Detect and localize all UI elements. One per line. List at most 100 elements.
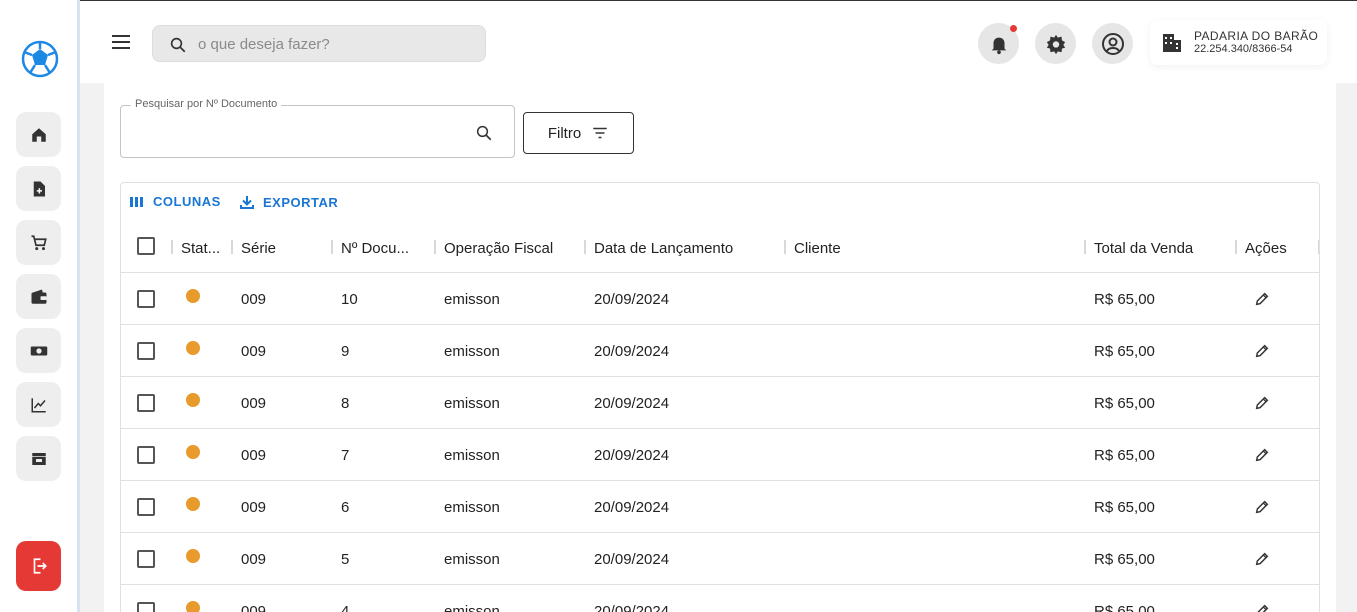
cell-document-number: 8 [341,394,350,412]
header-status[interactable]: Stat... [181,223,220,273]
cash-icon [30,346,47,355]
row-checkbox[interactable] [137,342,155,360]
table-header: Stat... Série Nº Docu... Operação Fiscal… [121,223,1319,273]
cart-icon [31,234,47,250]
sidebar-item-store[interactable] [16,436,61,481]
row-checkbox[interactable] [137,290,155,308]
table-row[interactable]: 009 10 emisson 20/09/2024 R$ 65,00 [121,273,1319,325]
status-indicator [186,549,200,563]
columns-icon [130,196,143,207]
filter-label: Filtro [547,124,582,142]
sidebar-item-home[interactable] [16,112,61,157]
user-circle-icon [1101,32,1124,55]
sidebar-item-new-document[interactable] [16,166,61,211]
cell-sale-total: R$ 65,00 [1094,290,1155,308]
row-checkbox[interactable] [137,498,155,516]
header-actions: Ações [1245,239,1287,257]
cell-document-number: 5 [341,550,350,568]
logout-button[interactable] [16,541,61,591]
edit-icon[interactable] [1254,395,1270,411]
row-checkbox[interactable] [137,550,155,568]
header-serie[interactable]: Série [241,223,276,273]
wallet-icon [31,289,46,304]
cell-fiscal-operation: emisson [444,342,500,360]
columns-label: COLUNAS [153,194,221,209]
cell-document-number: 4 [341,602,350,612]
header-sale-total[interactable]: Total da Venda [1094,223,1193,273]
cell-serie: 009 [241,550,267,568]
cell-sale-total: R$ 65,00 [1094,550,1155,568]
filter-button[interactable]: Filtro [523,112,634,154]
export-button[interactable]: EXPORTAR [239,194,338,210]
cell-serie: 009 [241,602,267,612]
notifications-button[interactable] [978,23,1019,64]
table-row[interactable]: 009 4 emisson 20/09/2024 R$ 65,00 [121,585,1319,612]
column-separator [1235,240,1237,254]
cell-sale-total: R$ 65,00 [1094,446,1155,464]
header-fiscal-operation[interactable]: Operação Fiscal [444,223,553,273]
cell-launch-date: 20/09/2024 [594,550,670,568]
search-icon[interactable] [475,124,493,142]
cell-fiscal-operation: emisson [444,394,500,412]
filter-icon [593,127,607,139]
sidebar-item-cash[interactable] [16,328,61,373]
table-row[interactable]: 009 6 emisson 20/09/2024 R$ 65,00 [121,481,1319,533]
cell-launch-date: 20/09/2024 [594,290,670,308]
column-separator [434,240,436,254]
cell-launch-date: 20/09/2024 [594,446,670,464]
column-separator [1084,240,1086,254]
settings-button[interactable] [1035,23,1076,64]
document-add-icon [33,181,45,196]
cell-fiscal-operation: emisson [444,550,500,568]
row-checkbox[interactable] [137,446,155,464]
store-icon [31,452,46,465]
cell-fiscal-operation: emisson [444,290,500,308]
table-row[interactable]: 009 5 emisson 20/09/2024 R$ 65,00 [121,533,1319,585]
edit-icon[interactable] [1254,603,1270,612]
cell-fiscal-operation: emisson [444,498,500,516]
column-separator [584,240,586,254]
table-row[interactable]: 009 7 emisson 20/09/2024 R$ 65,00 [121,429,1319,481]
search-icon [170,37,186,53]
status-indicator [186,601,200,612]
row-checkbox[interactable] [137,602,155,612]
cell-launch-date: 20/09/2024 [594,342,670,360]
table-row[interactable]: 009 9 emisson 20/09/2024 R$ 65,00 [121,325,1319,377]
cell-fiscal-operation: emisson [444,602,500,612]
cell-sale-total: R$ 65,00 [1094,394,1155,412]
select-all-checkbox[interactable] [137,237,155,255]
edit-icon[interactable] [1254,291,1270,307]
edit-icon[interactable] [1254,499,1270,515]
table-row[interactable]: 009 8 emisson 20/09/2024 R$ 65,00 [121,377,1319,429]
sidebar-item-wallet[interactable] [16,274,61,319]
hamburger-menu-icon[interactable] [111,32,133,52]
edit-icon[interactable] [1254,343,1270,359]
sidebar-item-reports[interactable] [16,382,61,427]
header-launch-date[interactable]: Data de Lançamento [594,223,733,273]
main-area: PADARIA DO BARÃO 22.254.340/8366-54 Pesq… [80,0,1357,612]
edit-icon[interactable] [1254,551,1270,567]
company-cnpj: 22.254.340/8366-54 [1194,43,1293,55]
header-document-number[interactable]: Nº Docu... [341,223,409,273]
cell-document-number: 9 [341,342,350,360]
company-selector[interactable]: PADARIA DO BARÃO 22.254.340/8366-54 [1150,20,1327,65]
cell-document-number: 7 [341,446,350,464]
header-client[interactable]: Cliente [794,223,841,273]
status-indicator [186,445,200,459]
row-checkbox[interactable] [137,394,155,412]
download-icon [240,196,254,209]
global-search [152,25,486,62]
status-indicator [186,289,200,303]
cell-launch-date: 20/09/2024 [594,394,670,412]
global-search-input[interactable] [198,30,478,58]
edit-icon[interactable] [1254,447,1270,463]
document-search-input[interactable] [133,120,463,144]
status-indicator [186,497,200,511]
sidebar-item-cart[interactable] [16,220,61,265]
cell-serie: 009 [241,498,267,516]
notification-badge [1010,25,1017,32]
status-indicator [186,393,200,407]
profile-button[interactable] [1092,23,1133,64]
columns-button[interactable]: COLUNAS [129,194,221,209]
cell-sale-total: R$ 65,00 [1094,498,1155,516]
